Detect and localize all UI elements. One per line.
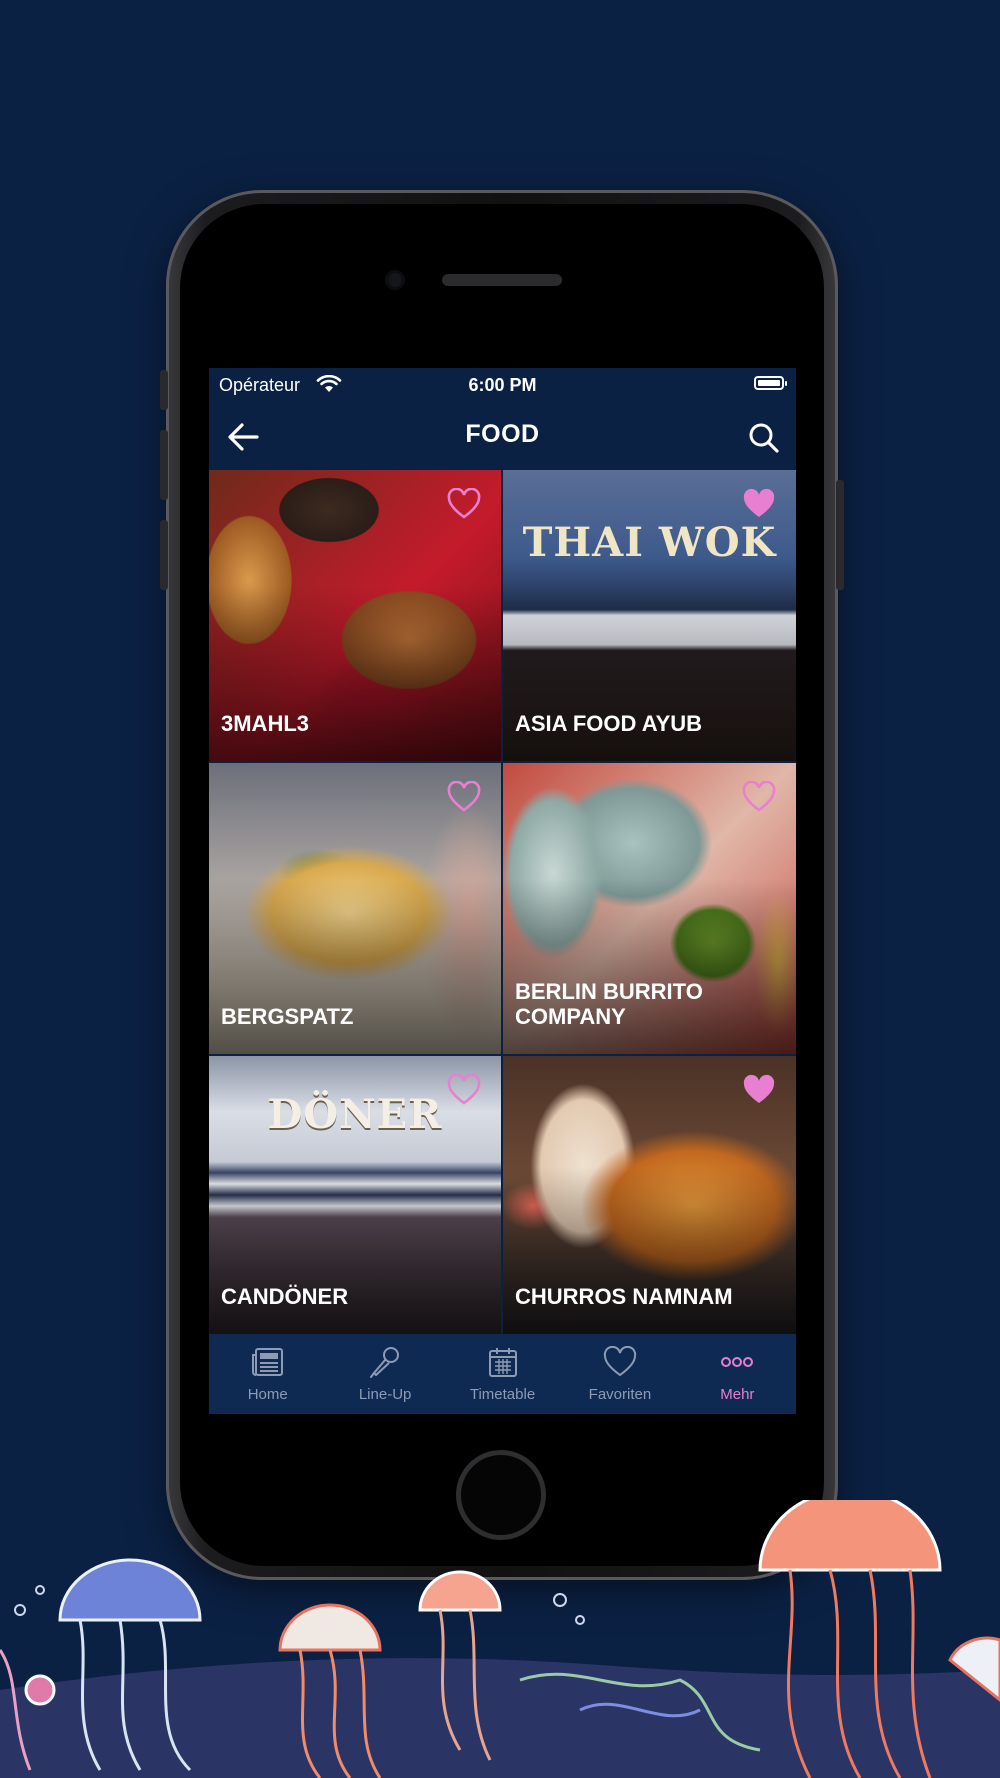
navigation-bar: FOOD [209,400,796,470]
more-icon [721,1357,754,1367]
heart-outline-icon[interactable] [742,781,776,813]
front-camera [385,270,405,290]
vendor-tile[interactable]: THAI WOK ASIA FOOD AYUB [503,470,796,761]
vendor-tile[interactable]: BERLIN BURRITO COMPANY [503,763,796,1054]
news-icon [251,1348,283,1376]
microphone-icon [370,1347,400,1378]
tab-home[interactable]: Home [209,1334,326,1414]
tab-mehr[interactable]: Mehr [679,1334,796,1414]
vendor-tile[interactable]: CHURROS NAMNAM [503,1056,796,1334]
clock: 6:00 PM [468,375,537,395]
tab-favoriten[interactable]: Favoriten [561,1334,678,1414]
tab-timetable[interactable]: Timetable [444,1334,561,1414]
status-bar: Opérateur 6:00 PM [209,368,796,400]
banner-text: THAI WOK [522,519,777,567]
banner-text: DÖNER [267,1090,443,1138]
heart-outline-icon[interactable] [447,1074,481,1106]
search-icon[interactable] [748,422,780,454]
tab-label: Favoriten [588,1386,652,1403]
vendor-name: CHURROS NAMNAM [515,1284,733,1309]
vendor-name: BERGSPATZ [221,1004,354,1029]
vendor-tile[interactable]: 3MAHL3 [209,470,501,761]
calendar-icon [488,1348,517,1377]
volume-up-button [160,430,168,500]
heart-filled-icon[interactable] [742,1074,776,1106]
heart-filled-icon[interactable] [742,488,776,520]
app-screen: Opérateur 6:00 PM FOOD 3MAHL3 THAI WOK A… [209,368,796,1414]
earpiece-speaker [442,274,562,286]
jellyfish-illustration [0,1500,1000,1778]
vendor-name: CANDÖNER [221,1284,349,1309]
tab-label: Mehr [720,1386,755,1403]
volume-down-button [160,520,168,590]
tab-label: Timetable [469,1386,536,1403]
heart-outline-icon[interactable] [447,488,481,520]
heart-outline-icon[interactable] [447,781,481,813]
vendor-name: 3MAHL3 [221,711,310,736]
tab-label: Home [247,1386,288,1403]
page-title: FOOD [465,420,540,448]
vendor-name: ASIA FOOD AYUB [515,711,703,736]
power-button [836,480,844,590]
mute-switch [160,370,168,410]
battery-icon [754,376,787,390]
tab-line-up[interactable]: Line-Up [326,1334,443,1414]
vendor-grid: 3MAHL3 THAI WOK ASIA FOOD AYUB BERGSPATZ [209,470,796,1334]
vendor-tile[interactable]: BERGSPATZ [209,763,501,1054]
vendor-tile[interactable]: DÖNER CANDÖNER [209,1056,501,1334]
heart-icon [603,1346,637,1377]
vendor-name: BERLIN BURRITO COMPANY [515,979,703,1029]
tab-bar: Home Line-Up Timetable Favoriten Mehr [209,1334,796,1414]
tab-label: Line-Up [358,1386,412,1403]
